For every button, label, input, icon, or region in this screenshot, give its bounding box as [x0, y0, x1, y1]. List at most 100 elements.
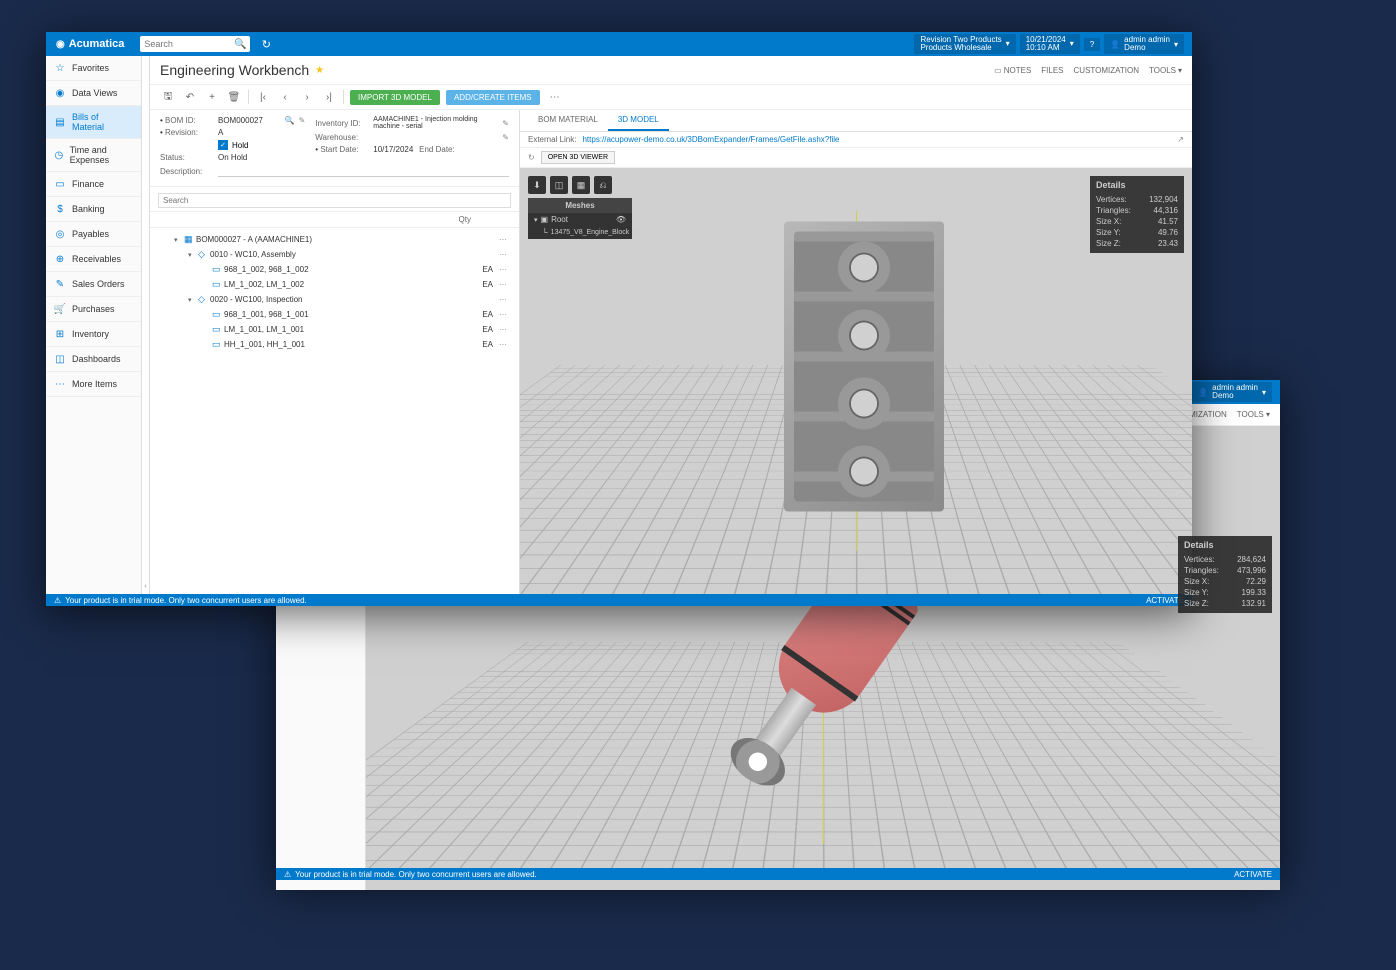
- row-menu[interactable]: ⋯: [493, 280, 513, 289]
- more-actions-button[interactable]: ⋯: [546, 92, 564, 103]
- tree-toggle[interactable]: ▾: [188, 296, 198, 304]
- nav-item-data-views[interactable]: ◉Data Views: [46, 81, 141, 106]
- tree-row[interactable]: ▭968_1_002, 968_1_002EA⋯: [156, 262, 513, 277]
- toolbar: 🖫 ↶ + 🗑 |‹ ‹ › ›| IMPORT 3D MODEL ADD/CR…: [150, 85, 1192, 110]
- nav-icon: ✎: [54, 278, 66, 290]
- status-value: On Hold: [218, 153, 305, 162]
- edit-icon[interactable]: ✎: [502, 119, 509, 128]
- star-icon[interactable]: ★: [315, 65, 324, 76]
- tree-icon: ▦: [184, 234, 196, 245]
- trial-message: Your product is in trial mode. Only two …: [295, 870, 537, 879]
- description-label: Description:: [160, 167, 214, 176]
- nav-item-finance[interactable]: ▭Finance: [46, 172, 141, 197]
- bom-id-label: BOM ID:: [160, 116, 214, 125]
- tree-search-input[interactable]: [158, 193, 511, 208]
- nav-item-sales-orders[interactable]: ✎Sales Orders: [46, 272, 141, 297]
- tree-row[interactable]: ▾◇0020 - WC100, Inspection⋯: [156, 292, 513, 307]
- user-chip-back[interactable]: 👤 admin admin Demo: [1192, 382, 1272, 402]
- tree-toggle[interactable]: ▾: [188, 251, 198, 259]
- tree-row[interactable]: ▭LM_1_002, LM_1_002EA⋯: [156, 277, 513, 292]
- tree-row[interactable]: ▭HH_1_001, HH_1_001EA⋯: [156, 337, 513, 352]
- first-button[interactable]: |‹: [255, 89, 271, 105]
- tree-header: Qty: [150, 212, 519, 228]
- inventory-id-value[interactable]: AAMACHINE1 - Injection molding machine -…: [373, 116, 498, 130]
- customization-tool[interactable]: CUSTOMIZATION: [1074, 66, 1139, 75]
- delete-button[interactable]: 🗑: [226, 89, 242, 105]
- row-menu[interactable]: ⋯: [493, 310, 513, 319]
- form-area: BOM ID: BOM000027 🔍 ✎ Revision: A: [150, 110, 519, 187]
- tab-3d-model[interactable]: 3D MODEL: [608, 110, 669, 131]
- refresh-viewer-icon[interactable]: ↻: [528, 153, 535, 162]
- nav-icon: ◫: [54, 353, 66, 365]
- viewer-tool-2[interactable]: ◫: [550, 176, 568, 194]
- nav-icon: ◷: [54, 149, 64, 161]
- lookup-icon[interactable]: 🔍: [285, 116, 295, 125]
- start-date-value[interactable]: 10/17/2024: [373, 145, 415, 154]
- row-menu[interactable]: ⋯: [493, 340, 513, 349]
- sidebar-collapse[interactable]: ‹: [142, 56, 150, 594]
- nav-item-more-items[interactable]: ⋯More Items: [46, 372, 141, 397]
- hold-checkbox[interactable]: [218, 140, 228, 150]
- external-link-label: External Link:: [528, 135, 576, 144]
- logo[interactable]: Acumatica: [46, 38, 134, 50]
- edit-icon[interactable]: ✎: [299, 116, 306, 125]
- nav-item-dashboards[interactable]: ◫Dashboards: [46, 347, 141, 372]
- nav-item-inventory[interactable]: ⊞Inventory: [46, 322, 141, 347]
- open-link-icon[interactable]: ↗: [1177, 135, 1184, 144]
- description-input[interactable]: [218, 165, 509, 177]
- files-tool[interactable]: FILES: [1041, 66, 1063, 75]
- bom-id-value[interactable]: BOM000027: [218, 116, 281, 125]
- nav-item-bills-of-material[interactable]: ▤Bills of Material: [46, 106, 141, 139]
- import-3d-button[interactable]: IMPORT 3D MODEL: [350, 90, 440, 105]
- revision-value[interactable]: A: [218, 128, 305, 137]
- row-menu[interactable]: ⋯: [493, 235, 513, 244]
- nav-item-purchases[interactable]: 🛒Purchases: [46, 297, 141, 322]
- external-link-url[interactable]: https://acupower-demo.co.uk/3DBomExpande…: [582, 135, 1171, 144]
- last-button[interactable]: ›|: [321, 89, 337, 105]
- edit-icon[interactable]: ✎: [502, 133, 509, 142]
- notes-tool[interactable]: ▭ NOTES: [994, 66, 1031, 75]
- row-menu[interactable]: ⋯: [493, 265, 513, 274]
- nav-item-favorites[interactable]: ☆Favorites: [46, 56, 141, 81]
- tree-toggle[interactable]: ▾: [174, 236, 184, 244]
- nav-item-receivables[interactable]: ⊕Receivables: [46, 247, 141, 272]
- nav-item-time-and-expenses[interactable]: ◷Time and Expenses: [46, 139, 141, 172]
- add-create-button[interactable]: ADD/CREATE ITEMS: [446, 90, 540, 105]
- row-menu[interactable]: ⋯: [493, 250, 513, 259]
- viewer-tool-4[interactable]: ⎌: [594, 176, 612, 194]
- tree-icon: ▭: [212, 324, 224, 335]
- tree-row[interactable]: ▭LM_1_001, LM_1_001EA⋯: [156, 322, 513, 337]
- tree-row[interactable]: ▾▦BOM000027 - A (AAMACHINE1)⋯: [156, 232, 513, 247]
- add-button[interactable]: +: [204, 89, 220, 105]
- row-menu[interactable]: ⋯: [493, 295, 513, 304]
- viewer-tool-3[interactable]: ▦: [572, 176, 590, 194]
- tenant-chip[interactable]: Revision Two Products Products Wholesale: [914, 34, 1015, 54]
- mesh-root[interactable]: ▾▣Root👁: [528, 213, 632, 226]
- search-icon[interactable]: 🔍: [234, 39, 246, 50]
- tree-row[interactable]: ▭968_1_001, 968_1_001EA⋯: [156, 307, 513, 322]
- open-viewer-button[interactable]: OPEN 3D VIEWER: [541, 151, 615, 164]
- row-menu[interactable]: ⋯: [493, 325, 513, 334]
- nav-item-payables[interactable]: ◎Payables: [46, 222, 141, 247]
- tools-tool[interactable]: TOOLS ▾: [1149, 66, 1182, 75]
- search-input[interactable]: [144, 39, 234, 49]
- mesh-item[interactable]: └13475_V8_Engine_Block👁: [528, 226, 632, 239]
- 3d-viewer[interactable]: ⬇ ◫ ▦ ⎌ Meshes ▾▣Root👁 └13475_V8_Engine_…: [520, 168, 1192, 594]
- activate-button[interactable]: ACTIVATE: [1234, 870, 1272, 879]
- next-button[interactable]: ›: [299, 89, 315, 105]
- refresh-button[interactable]: ↻: [256, 34, 276, 54]
- nav-item-banking[interactable]: $Banking: [46, 197, 141, 222]
- datetime-chip[interactable]: 10/21/2024 10:10 AM: [1020, 34, 1080, 54]
- user-icon: 👤: [1110, 40, 1120, 49]
- tab-bom-material[interactable]: BOM MATERIAL: [528, 110, 608, 131]
- discard-button[interactable]: ↶: [182, 89, 198, 105]
- prev-button[interactable]: ‹: [277, 89, 293, 105]
- viewer-tool-1[interactable]: ⬇: [528, 176, 546, 194]
- save-button[interactable]: 🖫: [160, 89, 176, 105]
- help-button[interactable]: ?: [1084, 38, 1100, 51]
- qty-header: Qty: [459, 215, 471, 224]
- tools-tool[interactable]: TOOLS ▾: [1237, 410, 1270, 419]
- user-chip[interactable]: 👤 admin admin Demo: [1104, 34, 1184, 54]
- tree-row[interactable]: ▾◇0010 - WC10, Assembly⋯: [156, 247, 513, 262]
- global-search[interactable]: 🔍: [140, 36, 250, 52]
